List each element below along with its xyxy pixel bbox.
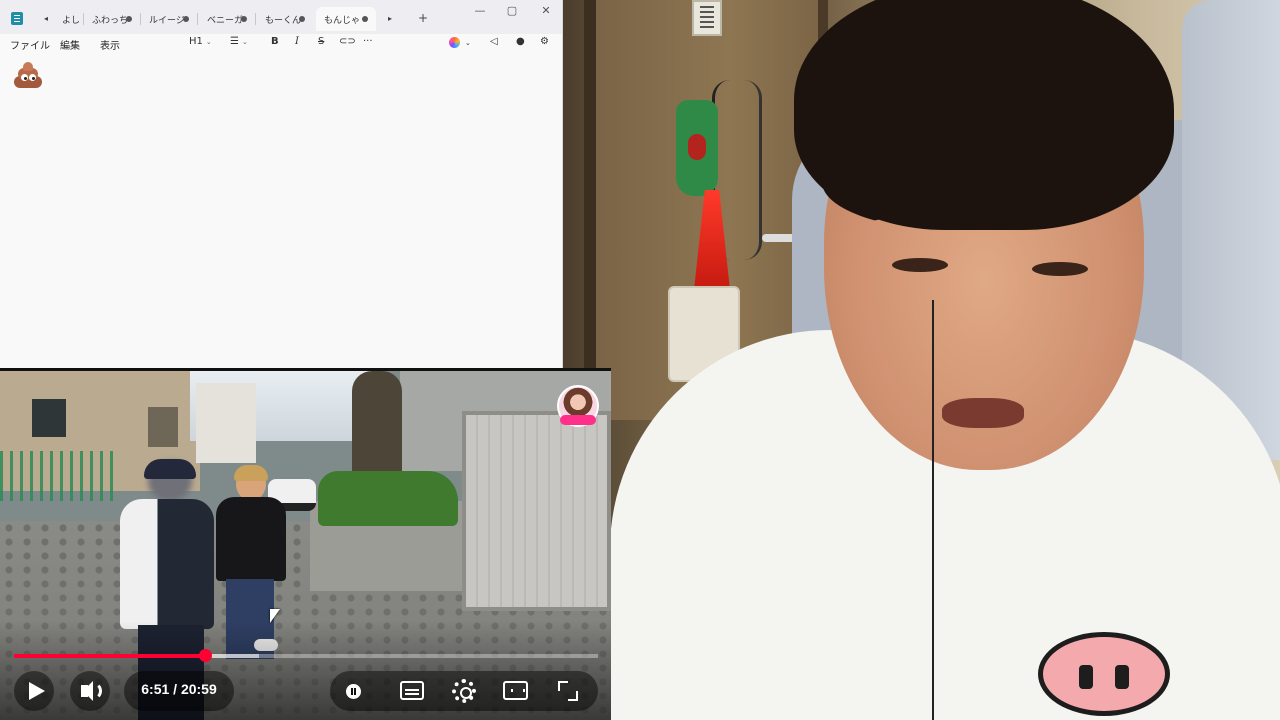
time-display: 6:51 / 20:59	[141, 681, 217, 697]
scene-building-middle	[196, 383, 256, 463]
settings-gear-icon[interactable]	[452, 679, 476, 703]
link-icon[interactable]: ⊂⊃	[339, 36, 356, 47]
tab-separator	[255, 13, 256, 25]
menu-bar	[0, 34, 562, 54]
screen: ◂ よし ふわっち ルイージ ベニーガ もーくん もんじゃ ▸ + — ▢ ✕ …	[0, 0, 1280, 720]
scene-window	[148, 407, 178, 447]
list-icon: ☰	[230, 36, 239, 47]
new-tab-button[interactable]: +	[418, 11, 428, 25]
chevron-down-icon: ⌄	[205, 38, 212, 46]
account-icon[interactable]: ●	[516, 36, 525, 47]
close-button[interactable]: ✕	[536, 4, 556, 17]
progress-scrubber[interactable]	[198, 649, 212, 662]
tab-scroll-right-icon[interactable]: ▸	[388, 14, 392, 23]
tab-label: もんじゃ	[324, 15, 361, 26]
video-player[interactable]: 6:51 / 20:59	[0, 368, 611, 720]
channel-badge	[560, 415, 596, 425]
menu-view[interactable]: 表示	[100, 37, 120, 52]
webcam-feed	[562, 0, 1280, 720]
door-handle	[762, 234, 796, 242]
scene-gate	[462, 411, 611, 611]
wall-vent	[692, 0, 722, 36]
tab-monja[interactable]: もんじゃ	[316, 7, 376, 31]
announcement-icon[interactable]: ◁	[490, 36, 498, 47]
play-button-icon[interactable]	[14, 671, 54, 711]
unsaved-dot-icon	[362, 16, 368, 22]
notepad-window: ◂ よし ふわっち ルイージ ベニーガ もーくん もんじゃ ▸ + — ▢ ✕ …	[0, 0, 563, 368]
tab-label: ベニーガ	[207, 15, 244, 26]
more-options-button[interactable]: ···	[363, 36, 373, 47]
tab-label: ふわっち	[92, 15, 129, 26]
tab-label: もーくん	[265, 15, 302, 26]
streamer-eye-right	[1032, 262, 1088, 276]
strikethrough-button[interactable]: S	[318, 36, 324, 47]
unsaved-dot-icon	[183, 16, 189, 22]
progress-played	[14, 654, 205, 658]
earphone-cord	[932, 300, 944, 720]
tab-separator	[197, 13, 198, 25]
scene-hedge	[318, 471, 458, 526]
scene-window	[32, 399, 66, 437]
autoplay-toggle-icon[interactable]	[346, 684, 361, 699]
tab-beniga[interactable]: ベニーガ	[199, 7, 255, 31]
tab-label: よし	[62, 15, 81, 26]
heading-dropdown[interactable]: H1 ⌄	[189, 36, 212, 47]
chevron-down-icon: ⌄	[241, 38, 248, 46]
title-bar: ◂ よし ふわっち ルイージ ベニーガ もーくん もんじゃ ▸ + — ▢ ✕	[0, 0, 562, 34]
door-frame	[584, 0, 596, 400]
unsaved-dot-icon	[241, 16, 247, 22]
tab-mokun[interactable]: もーくん	[257, 7, 313, 31]
fullscreen-icon[interactable]	[558, 681, 578, 701]
copilot-icon[interactable]	[449, 37, 460, 48]
list-dropdown[interactable]: ☰ ⌄	[230, 36, 248, 47]
theater-mode-icon[interactable]	[503, 681, 528, 700]
mouse-cursor-icon	[270, 609, 280, 623]
notepad-app-icon	[11, 12, 23, 25]
poop-emoji-icon	[14, 62, 42, 88]
pig-nose-print	[1038, 632, 1170, 716]
text-editor-area[interactable]	[0, 54, 562, 368]
subtitles-icon[interactable]	[400, 681, 424, 700]
volume-button-icon[interactable]	[70, 671, 110, 711]
heading-label: H1	[189, 36, 203, 47]
hanging-bag	[676, 100, 718, 196]
tab-yoshi[interactable]: よし	[54, 7, 84, 31]
menu-file[interactable]: ファイル	[10, 37, 50, 52]
tab-fuwacchi[interactable]: ふわっち	[84, 7, 140, 31]
progress-bar[interactable]	[14, 649, 598, 662]
streamer-eye-left	[892, 258, 948, 272]
tab-label: ルイージ	[149, 15, 185, 26]
chevron-down-icon[interactable]: ⌄	[465, 39, 471, 47]
tab-luigi[interactable]: ルイージ	[141, 7, 197, 31]
menu-edit[interactable]: 編集	[60, 37, 80, 52]
unsaved-dot-icon	[299, 16, 305, 22]
tab-scroll-left-icon[interactable]: ◂	[44, 14, 48, 23]
maximize-button[interactable]: ▢	[502, 4, 522, 17]
unsaved-dot-icon	[126, 16, 132, 22]
italic-button[interactable]: I	[295, 36, 299, 47]
streamer-mouth	[942, 398, 1024, 428]
scene-fence	[0, 451, 120, 501]
bold-button[interactable]: B	[271, 36, 279, 47]
minimize-button[interactable]: —	[470, 4, 490, 17]
settings-gear-icon[interactable]: ⚙	[540, 36, 549, 47]
